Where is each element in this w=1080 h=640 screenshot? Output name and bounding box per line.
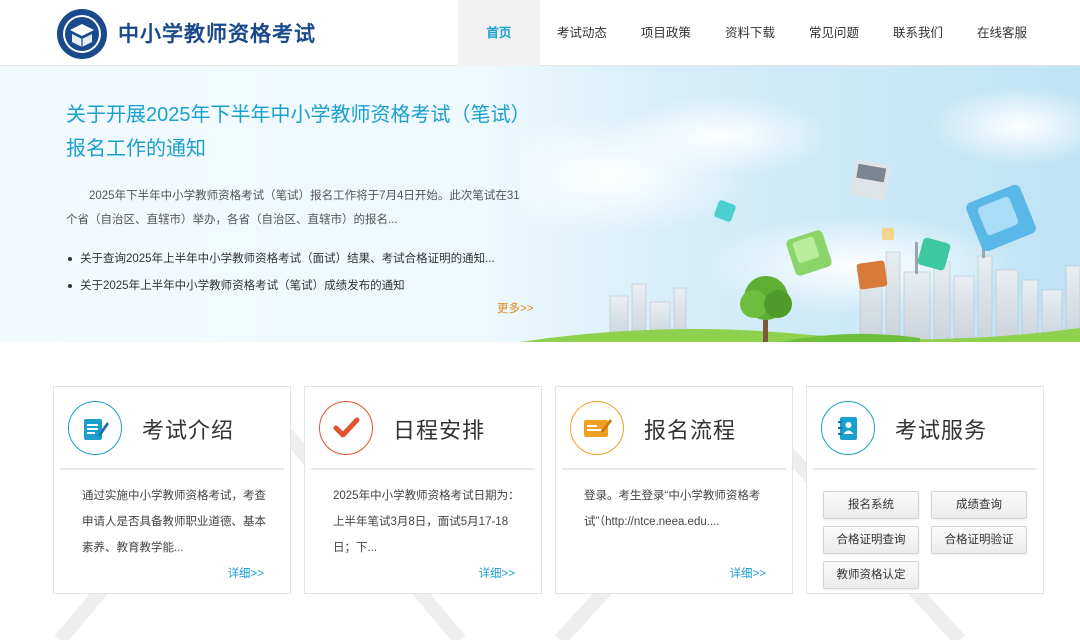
bullet-icon	[68, 283, 72, 288]
list-item[interactable]: 关于2025年上半年中小学教师资格考试（笔试）成绩发布的通知	[66, 273, 526, 300]
certificate-query-button[interactable]: 合格证明查询	[823, 526, 919, 554]
card-exam-services: 考试服务 报名系统 成绩查询 合格证明查询 合格证明验证 教师资格认定	[806, 386, 1044, 594]
card-title[interactable]: 日程安排	[393, 413, 485, 445]
nav-faq[interactable]: 常见问题	[792, 0, 876, 66]
nav-online-service[interactable]: 在线客服	[960, 0, 1044, 66]
news-item-text: 关于查询2025年上半年中小学教师资格考试（面试）结果、考试合格证明的通知...	[80, 253, 495, 265]
nav-home[interactable]: 首页	[457, 0, 540, 66]
headline-summary: 2025年下半年中小学教师资格考试（笔试）报名工作将于7月4日开始。此次笔试在3…	[66, 190, 520, 226]
hero-banner: 关于开展2025年下半年中小学教师资格考试（笔试）报名工作的通知 2025年下半…	[0, 66, 1080, 342]
card-details-link[interactable]: 详细>>	[730, 565, 766, 581]
card-title[interactable]: 报名流程	[644, 413, 736, 445]
card-title[interactable]: 考试介绍	[142, 413, 234, 445]
card-description: 2025年中小学教师资格考试日期为：上半年笔试3月8日，面试5月17-18日；下…	[333, 490, 520, 554]
main-nav: 首页 考试动态 项目政策 资料下载 常见问题 联系我们 在线客服	[457, 0, 1044, 66]
card-details-link[interactable]: 详细>>	[228, 565, 264, 581]
card-divider	[813, 468, 1037, 470]
site-title[interactable]: 中小学教师资格考试	[118, 18, 316, 48]
nav-contact[interactable]: 联系我们	[876, 0, 960, 66]
card-title[interactable]: 考试服务	[895, 413, 987, 445]
card-divider	[562, 468, 786, 470]
logo-emblem-icon[interactable]	[56, 8, 108, 60]
card-divider	[311, 468, 535, 470]
document-edit-icon	[68, 401, 122, 455]
registration-system-button[interactable]: 报名系统	[823, 491, 919, 519]
certificate-verify-button[interactable]: 合格证明验证	[931, 526, 1027, 554]
card-description: 登录。考生登录“中小学教师资格考试”（http://ntce.neea.edu.…	[584, 490, 761, 528]
banner-city-illustration	[520, 86, 1080, 342]
card-exam-intro: 考试介绍 通过实施中小学教师资格考试，考查申请人是否具备教师职业道德、基本素养、…	[53, 386, 291, 594]
nav-exam-news[interactable]: 考试动态	[540, 0, 624, 66]
registration-form-icon	[570, 401, 624, 455]
bullet-icon	[68, 256, 72, 261]
nav-policy[interactable]: 项目政策	[624, 0, 708, 66]
more-news-link[interactable]: 更多>>	[497, 300, 533, 316]
list-item[interactable]: 关于查询2025年上半年中小学教师资格考试（面试）结果、考试合格证明的通知...	[66, 246, 526, 273]
news-list: 关于查询2025年上半年中小学教师资格考试（面试）结果、考试合格证明的通知...…	[66, 246, 526, 300]
headline-link[interactable]: 关于开展2025年下半年中小学教师资格考试（笔试）报名工作的通知	[66, 98, 526, 166]
nav-downloads[interactable]: 资料下载	[708, 0, 792, 66]
card-registration-process: 报名流程 登录。考生登录“中小学教师资格考试”（http://ntce.neea…	[555, 386, 793, 594]
teacher-qualification-button[interactable]: 教师资格认定	[823, 561, 919, 589]
checkmark-icon	[319, 401, 373, 455]
card-description: 通过实施中小学教师资格考试，考查申请人是否具备教师职业道德、基本素养、教育教学能…	[82, 490, 266, 554]
news-item-text: 关于2025年上半年中小学教师资格考试（笔试）成绩发布的通知	[80, 280, 405, 292]
score-query-button[interactable]: 成绩查询	[931, 491, 1027, 519]
card-divider	[60, 468, 284, 470]
card-schedule: 日程安排 2025年中小学教师资格考试日期为：上半年笔试3月8日，面试5月17-…	[304, 386, 542, 594]
contact-book-icon	[821, 401, 875, 455]
card-details-link[interactable]: 详细>>	[479, 565, 515, 581]
site-header: 中小学教师资格考试 首页 考试动态 项目政策 资料下载 常见问题 联系我们 在线…	[0, 0, 1080, 66]
